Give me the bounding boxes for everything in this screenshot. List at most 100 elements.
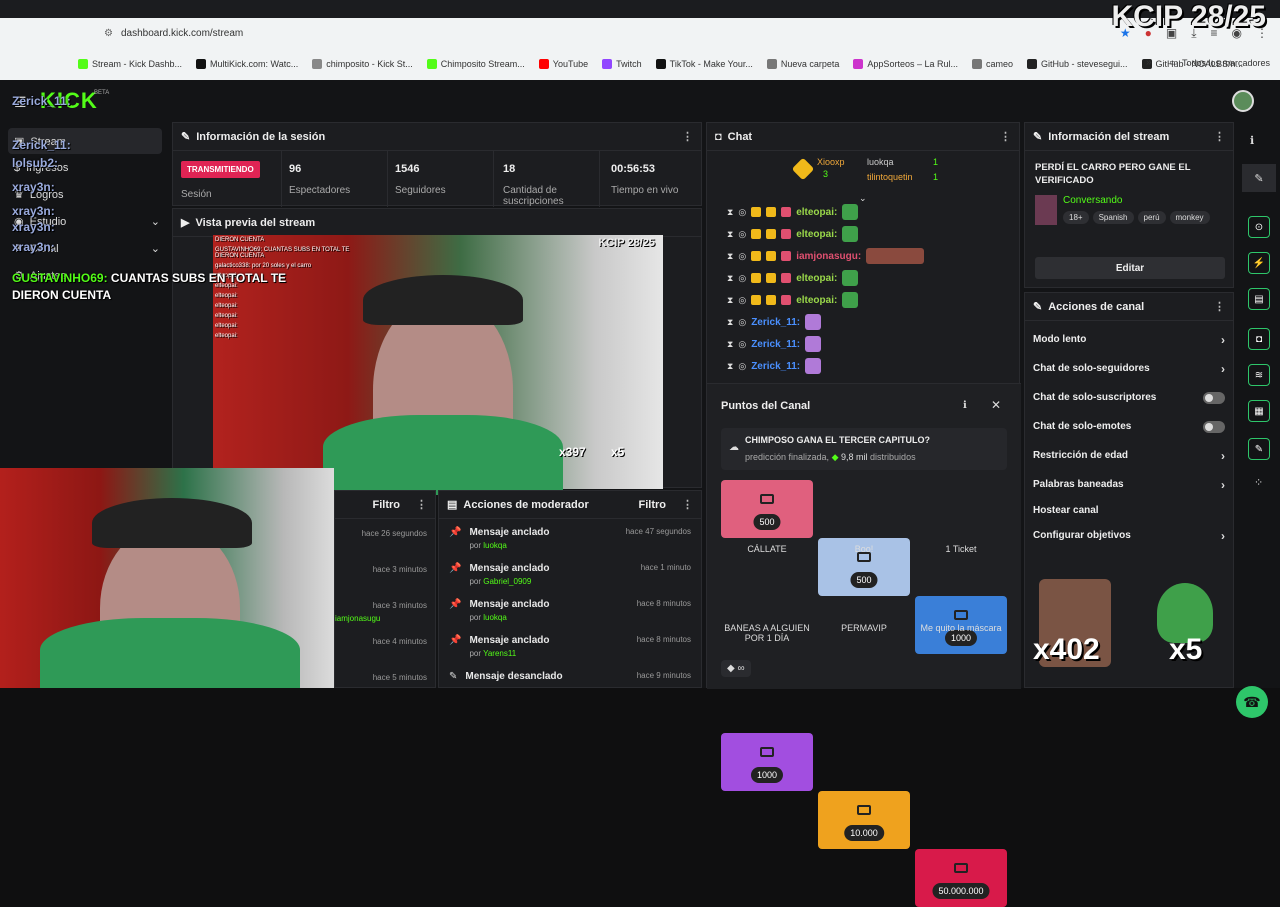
bookmarks-more[interactable]: » bbox=[1146, 57, 1152, 68]
site-info-icon[interactable]: ⚙ bbox=[104, 28, 113, 39]
top-user-count: 1 bbox=[933, 157, 939, 167]
overlay-chat-message: GUSTAVINHO69: CUANTAS SUBS EN TOTAL TE D… bbox=[12, 271, 287, 302]
chat-message[interactable]: ⧗ ◎ iamjonasugu: bbox=[707, 245, 1021, 267]
reward-label: BANEAS A ALGUIEN POR 1 DÍA bbox=[724, 623, 810, 643]
shield-icon[interactable]: ◎ bbox=[738, 361, 746, 372]
bookmark[interactable]: Stream - Kick Dashb... bbox=[78, 59, 182, 69]
tag[interactable]: Spanish bbox=[1092, 211, 1134, 224]
overlay-counter: KCIP 28/25 bbox=[1111, 0, 1266, 33]
shield-icon[interactable]: ◎ bbox=[738, 273, 746, 284]
more-icon[interactable]: ⋮ bbox=[416, 498, 427, 511]
emote bbox=[866, 248, 925, 264]
channel-action[interactable]: Palabras baneadas › bbox=[1025, 470, 1233, 499]
browser-chrome: ⚙ dashboard.kick.com/stream ★ ● ▣ ⤓ ≡ ◉ … bbox=[0, 18, 1280, 80]
chat-message[interactable]: ⧗ ◎ elteopai: bbox=[707, 223, 1021, 245]
bookmark[interactable]: cameo bbox=[971, 59, 1013, 69]
shield-icon[interactable]: ◎ bbox=[738, 295, 746, 306]
timeout-icon[interactable]: ⧗ bbox=[727, 251, 733, 262]
bookmark[interactable]: Twitch bbox=[602, 59, 642, 69]
reward-card[interactable]: 50.000.000 bbox=[915, 849, 1007, 907]
tag[interactable]: perú bbox=[1137, 211, 1166, 224]
close-icon[interactable]: ✕ bbox=[991, 398, 1001, 412]
shield-icon[interactable]: ◎ bbox=[738, 317, 746, 328]
more-icon[interactable]: ⋮ bbox=[1000, 130, 1011, 143]
more-icon[interactable]: ⋮ bbox=[1214, 130, 1225, 143]
more-icon[interactable]: ⋮ bbox=[1214, 300, 1225, 313]
address-bar[interactable]: ⚙ dashboard.kick.com/stream ★ ● ▣ ⤓ ≡ ◉ … bbox=[0, 18, 1280, 48]
info-icon[interactable]: ℹ bbox=[963, 400, 967, 411]
more-icon[interactable]: ⋮ bbox=[682, 130, 693, 143]
bookmark[interactable]: AppSorteos – La Rul... bbox=[853, 59, 958, 69]
chat-message[interactable]: ⧗ ◎ elteopai: bbox=[707, 289, 1021, 311]
sub-badge-icon bbox=[766, 251, 777, 261]
channel-action[interactable]: Configurar objetivos › bbox=[1025, 521, 1233, 550]
chat-message[interactable]: ⧗ ◎ elteopai: bbox=[707, 267, 1021, 289]
bookmark[interactable]: chimposito - Kick St... bbox=[312, 59, 413, 69]
toggle-switch[interactable] bbox=[1203, 420, 1225, 433]
edit-button[interactable]: Editar bbox=[1035, 257, 1225, 279]
rail-button[interactable]: ◘ bbox=[1248, 328, 1270, 350]
bookmark[interactable]: Chimposito Stream... bbox=[426, 59, 525, 69]
top-user-name[interactable]: tilintoquetin bbox=[867, 172, 913, 182]
all-bookmarks[interactable]: ▭ Todos los marcadores bbox=[1169, 57, 1270, 68]
timeout-icon[interactable]: ⧗ bbox=[727, 317, 733, 328]
reward-card[interactable]: 10.000 bbox=[818, 791, 910, 849]
rail-button[interactable]: ✎ bbox=[1248, 438, 1270, 460]
channel-action[interactable]: Hostear canal bbox=[1025, 499, 1233, 521]
mod-action-row: ✎ Mensaje desanclado hace 9 minutos bbox=[449, 671, 691, 682]
top-user-name[interactable]: Xiooxp bbox=[817, 157, 845, 167]
chat-message[interactable]: ⧗ ◎ elteopai: bbox=[707, 201, 1021, 223]
channel-points-title: Puntos del Canal bbox=[721, 400, 811, 412]
shield-icon[interactable]: ◎ bbox=[738, 251, 746, 262]
points-balance[interactable]: ◆ ∞ bbox=[721, 660, 751, 677]
pencil-icon[interactable]: ✎ bbox=[1242, 164, 1276, 192]
reward-card[interactable]: 500 bbox=[721, 480, 813, 538]
rail-button[interactable]: ⊙ bbox=[1248, 216, 1270, 238]
bookmark[interactable]: YouTube bbox=[538, 59, 588, 69]
url-text[interactable]: dashboard.kick.com/stream bbox=[121, 28, 243, 39]
support-icon[interactable]: ☎ bbox=[1236, 686, 1268, 718]
rail-button[interactable]: ⚡ bbox=[1248, 252, 1270, 274]
info-icon[interactable]: ℹ bbox=[1250, 134, 1254, 147]
shield-icon[interactable]: ◎ bbox=[738, 207, 746, 218]
chat-message[interactable]: ⧗ ◎ Zerick_11: bbox=[707, 333, 1021, 355]
tag[interactable]: 18+ bbox=[1063, 211, 1089, 224]
timeout-icon[interactable]: ⧗ bbox=[727, 339, 733, 350]
reward-card[interactable]: 1000 bbox=[721, 733, 813, 791]
filter-button[interactable]: Filtro bbox=[373, 499, 401, 511]
avatar[interactable] bbox=[1232, 90, 1254, 112]
shield-icon[interactable]: ◎ bbox=[738, 229, 746, 240]
tag[interactable]: monkey bbox=[1169, 211, 1210, 224]
bookmark[interactable]: TikTok - Make Your... bbox=[655, 59, 753, 69]
timeout-icon[interactable]: ⧗ bbox=[727, 229, 733, 240]
channel-action[interactable]: Chat de solo-emotes bbox=[1025, 412, 1233, 441]
grid-icon[interactable]: ⁘ bbox=[1254, 476, 1263, 489]
mini-chat-line: elteopai: bbox=[215, 333, 238, 339]
bookmark[interactable]: MultiKick.com: Watc... bbox=[196, 59, 298, 69]
crown-badge-icon bbox=[751, 207, 762, 217]
channel-action[interactable]: Modo lento › bbox=[1025, 325, 1233, 354]
more-icon[interactable]: ⋮ bbox=[682, 498, 693, 511]
rail-button[interactable]: ▤ bbox=[1248, 288, 1270, 310]
chat-message[interactable]: ⧗ ◎ Zerick_11: bbox=[707, 311, 1021, 333]
rail-button[interactable]: ▦ bbox=[1248, 400, 1270, 422]
channel-action[interactable]: Chat de solo-suscriptores bbox=[1025, 383, 1233, 412]
channel-action[interactable]: Chat de solo-seguidores › bbox=[1025, 354, 1233, 383]
rail-button[interactable]: ≋ bbox=[1248, 364, 1270, 386]
filter-button[interactable]: Filtro bbox=[639, 499, 667, 511]
channel-action[interactable]: Restricción de edad › bbox=[1025, 441, 1233, 470]
shield-icon[interactable]: ◎ bbox=[738, 339, 746, 350]
toggle-switch[interactable] bbox=[1203, 391, 1225, 404]
timeout-icon[interactable]: ⧗ bbox=[727, 207, 733, 218]
prediction-card[interactable]: ☁ CHIMPOSO GANA EL TERCER CAPITULO? pred… bbox=[721, 428, 1007, 470]
category-link[interactable]: Conversando bbox=[1063, 195, 1122, 206]
bookmark[interactable]: Nueva carpeta bbox=[766, 59, 839, 69]
info-icon: ✎ bbox=[181, 131, 191, 143]
timeout-icon[interactable]: ⧗ bbox=[727, 361, 733, 372]
timeout-icon[interactable]: ⧗ bbox=[727, 273, 733, 284]
chat-message[interactable]: ⧗ ◎ Zerick_11: bbox=[707, 355, 1021, 377]
top-user-name[interactable]: luokqa bbox=[867, 157, 894, 167]
timeout-icon[interactable]: ⧗ bbox=[727, 295, 733, 306]
bookmark[interactable]: GitHub - stevesegui... bbox=[1027, 59, 1128, 69]
mod-action-row: 📌 Mensaje anclado por Yarens11 hace 8 minut… bbox=[449, 635, 691, 658]
